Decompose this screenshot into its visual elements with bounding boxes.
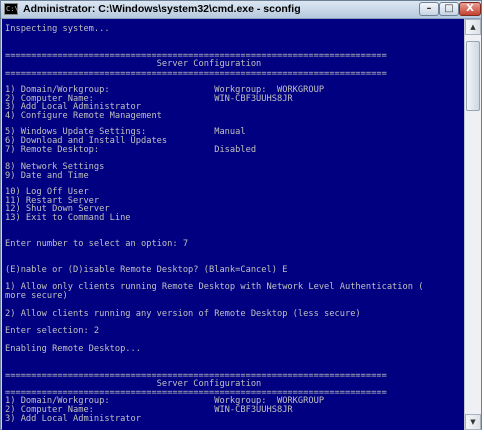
minimize-button[interactable]: – xyxy=(419,2,439,16)
menu-item-remote-management: 4) Configure Remote Management xyxy=(5,111,162,121)
nla-option-continued: more secure) xyxy=(5,291,68,301)
selection-prompt: Enter selection: 2 xyxy=(5,326,100,336)
any-version-option: 2) Allow clients running any version of … xyxy=(5,309,361,319)
menu-item-exit: 13) Exit to Command Line xyxy=(5,213,131,223)
close-button[interactable]: X xyxy=(459,2,481,16)
scrollbar-thumb[interactable] xyxy=(466,41,480,111)
command-prompt-window: C:\ Administrator: C:\Windows\system32\c… xyxy=(0,0,482,430)
maximize-button[interactable]: □ xyxy=(439,2,459,16)
console-separator: ========================================… xyxy=(5,69,387,79)
remote-desktop-prompt: (E)nable or (D)isable Remote Desktop? (B… xyxy=(5,265,288,275)
console-line: Inspecting system... xyxy=(5,24,110,34)
option-prompt: Enter number to select an option: 7 xyxy=(5,239,189,249)
menu-item-add-admin: 3) Add Local Administrator xyxy=(5,414,141,424)
scroll-up-button[interactable]: ▲ xyxy=(465,19,481,35)
console-output[interactable]: Inspecting system... ===================… xyxy=(2,19,464,430)
cmd-app-icon[interactable]: C:\ xyxy=(4,3,19,15)
menu-item-remote-desktop: 7) Remote Desktop: Disabled xyxy=(5,145,257,155)
scroll-down-button[interactable]: ▼ xyxy=(465,414,481,430)
vertical-scrollbar[interactable]: ▲ ▼ xyxy=(464,19,481,430)
title-bar[interactable]: C:\ Administrator: C:\Windows\system32\c… xyxy=(1,1,481,19)
menu-item-date-time: 9) Date and Time xyxy=(5,171,89,181)
window-title: Administrator: C:\Windows\system32\cmd.e… xyxy=(23,3,301,15)
nla-option: 1) Allow only clients running Remote Des… xyxy=(5,282,424,292)
status-message: Enabling Remote Desktop... xyxy=(5,344,141,354)
console-heading: Server Configuration xyxy=(5,59,262,69)
